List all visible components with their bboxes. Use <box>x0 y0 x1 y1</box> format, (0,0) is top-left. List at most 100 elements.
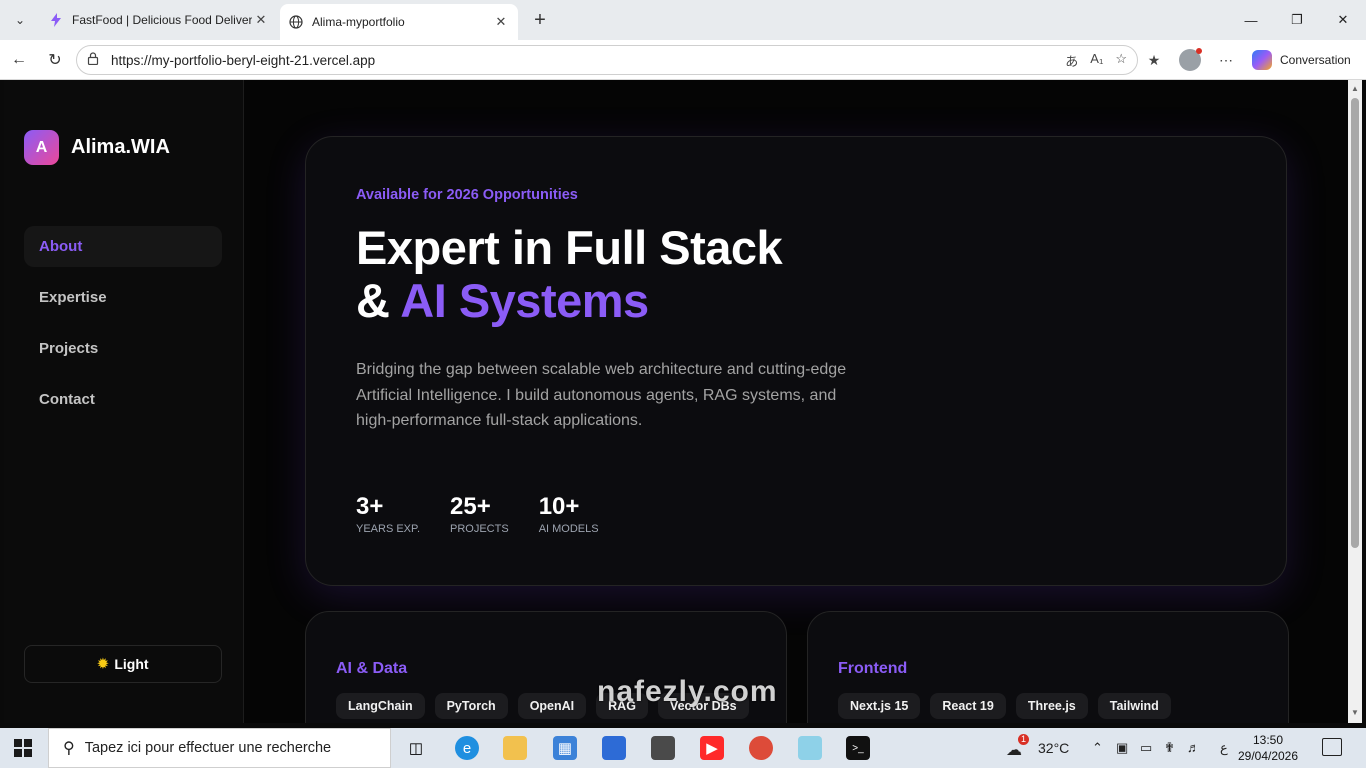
theme-toggle-button[interactable]: ✹ Light <box>24 645 222 683</box>
maximize-icon[interactable]: ❐ <box>1274 8 1320 32</box>
profile-notification-dot <box>1196 48 1202 54</box>
card-title: AI & Data <box>336 660 408 677</box>
file-explorer-icon[interactable] <box>503 736 527 760</box>
tab-title: Alima-myportfolio <box>312 15 405 29</box>
availability-badge: Available for 2026 Opportunities <box>356 187 578 203</box>
system-clock[interactable]: 13:50 29/04/2026 <box>1236 732 1300 764</box>
brand-logo[interactable]: A Alima.WIA <box>24 130 170 165</box>
tray-app-icon[interactable]: ▣ <box>1116 740 1128 756</box>
copilot-label: Conversation <box>1280 53 1351 67</box>
app-icon[interactable] <box>651 736 675 760</box>
tab-list-chevron-icon[interactable]: ⌄ <box>6 8 34 32</box>
url-text: https://my-portfolio-beryl-eight-21.verc… <box>111 52 376 68</box>
brand-name: Alima.WIA <box>71 136 170 158</box>
page-viewport: A Alima.WIA About Expertise Projects Con… <box>4 80 1348 723</box>
sidebar-item-about[interactable]: About <box>24 226 222 267</box>
notification-center-icon[interactable] <box>1322 738 1342 756</box>
theme-toggle-label: Light <box>114 656 149 672</box>
skill-chip: PyTorch <box>434 693 508 719</box>
favorite-star-icon[interactable]: ☆ <box>1115 51 1127 70</box>
input-language[interactable]: ع <box>1220 740 1228 756</box>
minimize-icon[interactable]: — <box>1228 8 1274 32</box>
favorites-icon[interactable]: ★ <box>1143 49 1165 71</box>
copilot-button[interactable]: Conversation <box>1252 50 1351 70</box>
stat-projects: 25+ PROJECTS <box>450 493 509 535</box>
url-input[interactable]: https://my-portfolio-beryl-eight-21.verc… <box>76 45 1138 75</box>
skill-chip: OpenAI <box>517 693 587 719</box>
wifi-icon[interactable]: ✟ <box>1164 740 1175 756</box>
stats-row: 3+ YEARS EXP. 25+ PROJECTS 10+ AI MODELS <box>356 493 629 535</box>
page-scrollbar[interactable]: ▲ ▼ <box>1348 80 1362 723</box>
sidebar-item-projects[interactable]: Projects <box>24 328 222 369</box>
window-close-icon[interactable]: ✕ <box>1320 8 1366 32</box>
windows-start-icon[interactable] <box>14 739 32 757</box>
scroll-up-arrow-icon[interactable]: ▲ <box>1351 84 1359 93</box>
more-menu-icon[interactable]: ⋯ <box>1215 49 1237 71</box>
tab-title: FastFood | Delicious Food Delivery <box>72 13 252 27</box>
skill-chip: React 19 <box>930 693 1006 719</box>
headline-line1: Expert in Full Stack <box>356 221 783 274</box>
chrome-icon[interactable] <box>749 736 773 760</box>
skill-chip: LangChain <box>336 693 425 719</box>
tray-chevron-up-icon[interactable]: ⌃ <box>1092 740 1103 756</box>
sun-icon: ✹ <box>97 656 109 671</box>
back-arrow-icon[interactable]: ← <box>6 48 32 72</box>
stat-label: AI MODELS <box>538 523 599 535</box>
hero-headline: Expert in Full Stack & AI Systems <box>356 221 783 327</box>
taskbar-search-input[interactable]: ⚲ Tapez ici pour effectuer une recherche <box>48 728 391 768</box>
search-icon: ⚲ <box>63 740 75 757</box>
browser-tab-bar: ⌄ FastFood | Delicious Food Delivery ✕ A… <box>0 0 1366 40</box>
hero-card: Available for 2026 Opportunities Expert … <box>305 136 1287 586</box>
skill-chip: Tailwind <box>1097 693 1171 719</box>
scroll-down-arrow-icon[interactable]: ▼ <box>1351 708 1359 717</box>
youtube-icon[interactable]: ▶ <box>700 736 724 760</box>
browser-address-bar: ← ↻ https://my-portfolio-beryl-eight-21.… <box>0 40 1366 80</box>
stat-value: 3+ <box>356 493 384 520</box>
stat-label: PROJECTS <box>450 523 509 535</box>
clock-time: 13:50 <box>1252 733 1284 747</box>
bolt-icon <box>48 12 64 28</box>
main-content: Available for 2026 Opportunities Expert … <box>244 80 1348 723</box>
translate-icon[interactable]: あ <box>1065 51 1078 70</box>
chip-list: Next.js 15 React 19 Three.js Tailwind <box>838 693 1181 719</box>
stat-value: 25+ <box>450 493 491 520</box>
taskbar: ⚲ Tapez ici pour effectuer une recherche… <box>0 728 1366 768</box>
skill-chip: Three.js <box>1015 693 1088 719</box>
skill-chip: Next.js 15 <box>838 693 921 719</box>
store-icon[interactable]: ▦ <box>553 736 577 760</box>
globe-icon <box>288 14 304 30</box>
sidebar-nav: About Expertise Projects Contact <box>24 226 222 430</box>
tab-fastfood[interactable]: FastFood | Delicious Food Delivery ✕ <box>40 4 278 36</box>
new-tab-plus-icon[interactable]: + <box>528 8 552 32</box>
skills-card-frontend: Frontend Next.js 15 React 19 Three.js Ta… <box>807 611 1289 723</box>
edge-icon[interactable]: e <box>455 736 479 760</box>
clock-date: 29/04/2026 <box>1237 749 1299 763</box>
watermark: nafezly.com <box>597 675 778 708</box>
lock-icon <box>87 52 103 68</box>
volume-icon[interactable]: ♬ <box>1187 740 1200 755</box>
tab-close-icon[interactable]: ✕ <box>252 12 270 28</box>
task-view-icon[interactable]: ◫ <box>404 736 428 760</box>
app-icon[interactable] <box>602 736 626 760</box>
sidebar-item-expertise[interactable]: Expertise <box>24 277 222 318</box>
read-aloud-icon[interactable]: A₁ <box>1090 51 1103 70</box>
stat-label: YEARS EXP. <box>356 523 420 535</box>
scrollbar-thumb[interactable] <box>1351 98 1359 548</box>
hero-description: Bridging the gap between scalable web ar… <box>356 361 847 429</box>
search-placeholder: Tapez ici pour effectuer une recherche <box>84 740 332 756</box>
weather-badge: 1 <box>1018 734 1029 745</box>
tab-portfolio[interactable]: Alima-myportfolio ✕ <box>280 4 518 40</box>
copilot-icon <box>1252 50 1272 70</box>
stat-years: 3+ YEARS EXP. <box>356 493 420 535</box>
sidebar-item-contact[interactable]: Contact <box>24 379 222 420</box>
tab-close-icon[interactable]: ✕ <box>492 14 510 30</box>
weather-temp[interactable]: 32°C <box>1038 740 1069 756</box>
app-icon[interactable] <box>798 736 822 760</box>
headline-prefix: & <box>356 274 401 327</box>
stat-ai-models: 10+ AI MODELS <box>539 493 599 535</box>
battery-icon[interactable]: ▭ <box>1140 740 1152 756</box>
stat-value: 10+ <box>538 493 580 520</box>
reload-icon[interactable]: ↻ <box>42 48 68 72</box>
brand-mark: A <box>24 130 59 165</box>
terminal-icon[interactable]: >_ <box>846 736 870 760</box>
